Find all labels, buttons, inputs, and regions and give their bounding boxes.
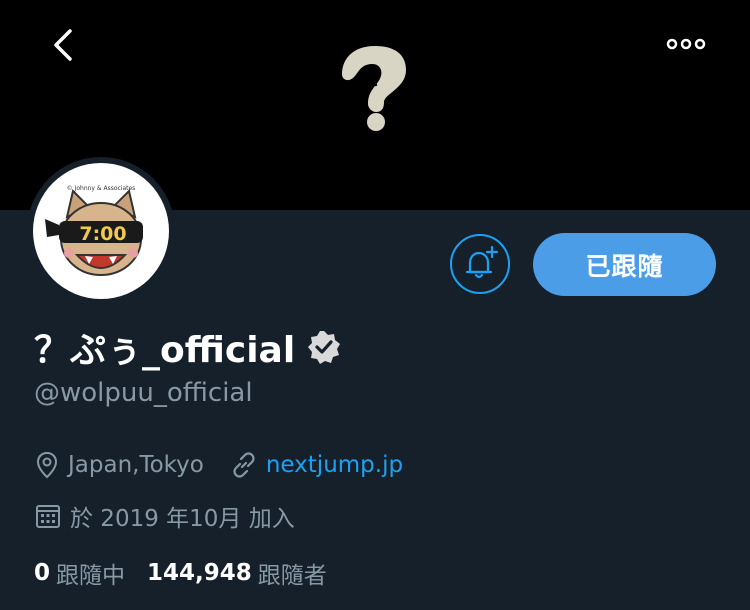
website-item[interactable]: nextjump.jp: [230, 451, 403, 479]
notifications-button[interactable]: [450, 234, 510, 294]
following-count: 0: [34, 560, 51, 586]
username-handle: @wolpuu_official: [34, 378, 253, 408]
following-button[interactable]: 已跟隨: [533, 233, 716, 296]
joined-text: 於 2019 年10月 加入: [70, 506, 295, 532]
cat-mascot-image: © Johnny & Associates 7:00: [45, 185, 143, 276]
following-stat[interactable]: 0 跟隨中: [34, 556, 125, 590]
link-icon: [233, 452, 255, 478]
location-pin-icon: [36, 451, 58, 479]
avatar[interactable]: © Johnny & Associates 7:00: [27, 157, 175, 305]
avatar-image: © Johnny & Associates 7:00: [33, 163, 169, 299]
bell-plus-icon: [465, 245, 499, 279]
back-button[interactable]: [40, 22, 86, 68]
joined-date-row: 於 2019 年10月 加入: [34, 498, 295, 534]
followers-stat[interactable]: 144,948 跟隨者: [147, 556, 327, 590]
more-button[interactable]: [660, 24, 712, 64]
question-mark-logo: [342, 46, 406, 131]
profile-meta-row: Japan,Tokyo nextjump.jp: [34, 447, 403, 483]
chevron-left-icon: [54, 29, 72, 61]
website-link[interactable]: nextjump.jp: [266, 452, 403, 478]
more-dots-icon: [666, 38, 706, 50]
verified-badge-icon: [307, 330, 341, 364]
display-name: ？ぷぅ_official: [34, 330, 296, 371]
name-row: ？ぷぅ_official: [34, 320, 341, 374]
following-label: 跟隨中: [56, 563, 126, 589]
location-text: Japan,Tokyo: [68, 452, 204, 478]
followers-count: 144,948: [147, 560, 252, 586]
avatar-copyright: © Johnny & Associates: [67, 185, 136, 192]
profile-page: © Johnny & Associates 7:00 已跟隨 ？ぷぅ_offic…: [0, 0, 750, 610]
avatar-clock-text: 7:00: [79, 223, 126, 245]
location-item: Japan,Tokyo: [34, 451, 204, 479]
calendar-icon: [36, 505, 60, 528]
follow-stats-row: 0 跟隨中 144,948 跟隨者: [34, 555, 327, 591]
followers-label: 跟隨者: [257, 563, 327, 589]
